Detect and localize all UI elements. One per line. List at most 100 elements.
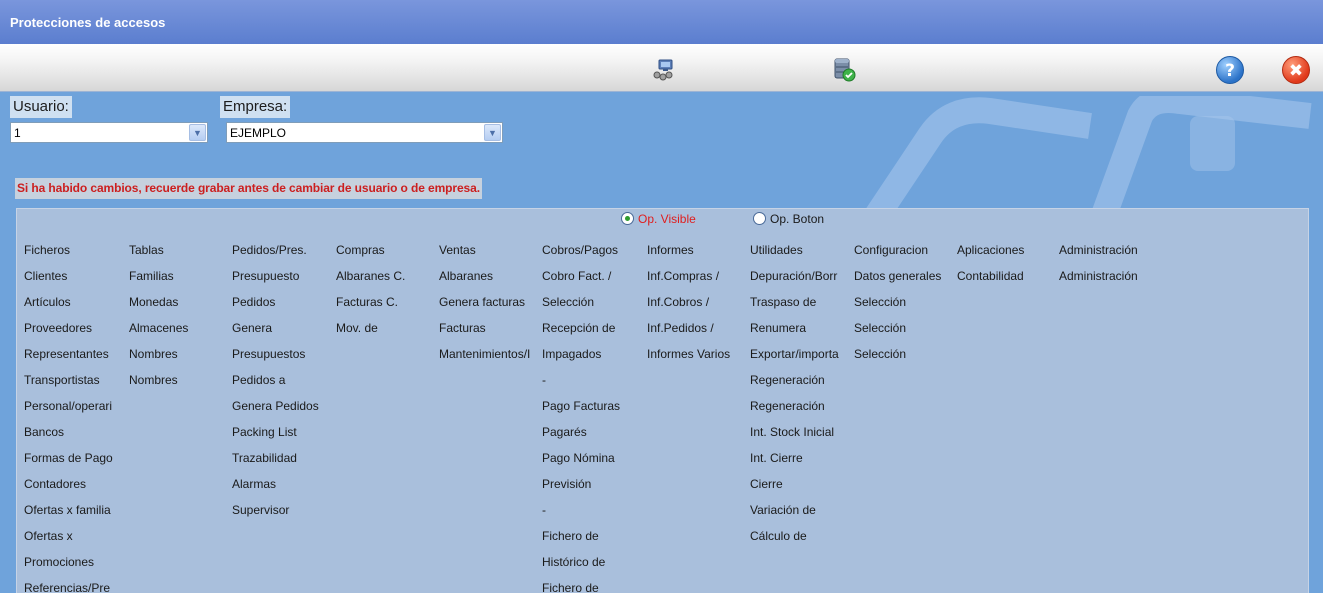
- menu-option-item[interactable]: Mov. de: [336, 319, 437, 345]
- menu-column-header[interactable]: Ficheros: [24, 241, 125, 267]
- menu-option-item[interactable]: Regeneración: [750, 397, 852, 423]
- chevron-down-icon[interactable]: ▼: [484, 124, 501, 141]
- option-visible-radio[interactable]: Op. Visible: [621, 212, 696, 230]
- menu-option-item[interactable]: Albaranes: [439, 267, 539, 293]
- menu-column: Informes Inf.Compras / Inf.Cobros / Inf.Ped…: [647, 241, 747, 371]
- menu-option-item[interactable]: Pago Facturas: [542, 397, 645, 423]
- menu-option-item[interactable]: Monedas: [129, 293, 227, 319]
- menu-option-item[interactable]: Regeneración: [750, 371, 852, 397]
- menu-option-item[interactable]: Inf.Pedidos /: [647, 319, 747, 345]
- menu-option-item[interactable]: Recepción de: [542, 319, 645, 345]
- menu-option-item[interactable]: Supervisor: [232, 501, 334, 527]
- menu-option-item[interactable]: Int. Cierre: [750, 449, 852, 475]
- usuario-label: Usuario:: [10, 96, 72, 118]
- menu-column-header[interactable]: Administración: [1059, 241, 1179, 267]
- menu-column-header[interactable]: Informes: [647, 241, 747, 267]
- close-button[interactable]: ✖: [1282, 56, 1310, 84]
- menu-option-item[interactable]: Facturas: [439, 319, 539, 345]
- menu-option-item[interactable]: Bancos: [24, 423, 125, 449]
- menu-option-item[interactable]: Artículos: [24, 293, 125, 319]
- menu-option-item[interactable]: Informes Varios: [647, 345, 747, 371]
- menu-option-item[interactable]: Alarmas: [232, 475, 334, 501]
- menu-option-item[interactable]: Cobro Fact. /: [542, 267, 645, 293]
- menu-option-item[interactable]: -: [542, 371, 645, 397]
- menu-column-header[interactable]: Aplicaciones: [957, 241, 1055, 267]
- menu-option-item[interactable]: Almacenes: [129, 319, 227, 345]
- menu-option-item[interactable]: Cálculo de: [750, 527, 852, 553]
- menu-option-item[interactable]: Selección: [542, 293, 645, 319]
- menu-option-item[interactable]: Int. Stock Inicial: [750, 423, 852, 449]
- menu-option-item[interactable]: Cierre: [750, 475, 852, 501]
- menu-option-item[interactable]: Variación de: [750, 501, 852, 527]
- warning-message: Si ha habido cambios, recuerde grabar an…: [15, 178, 482, 199]
- menu-option-item[interactable]: Histórico de: [542, 553, 645, 579]
- menu-option-item[interactable]: Facturas C.: [336, 293, 437, 319]
- menu-option-item[interactable]: Familias: [129, 267, 227, 293]
- menu-column: Configuracion Datos generales Selección Sel…: [854, 241, 955, 371]
- menu-option-item[interactable]: Selección: [854, 293, 955, 319]
- menu-option-item[interactable]: Packing List: [232, 423, 334, 449]
- menu-option-item[interactable]: Ofertas x familia: [24, 501, 125, 527]
- option-boton-radio[interactable]: Op. Boton: [753, 212, 824, 230]
- menu-option-item[interactable]: -: [542, 501, 645, 527]
- menu-column: Administración Administración: [1059, 241, 1179, 293]
- menu-option-item[interactable]: Ofertas x: [24, 527, 125, 553]
- menu-option-item[interactable]: Genera facturas: [439, 293, 539, 319]
- chevron-down-icon[interactable]: ▼: [189, 124, 206, 141]
- menu-option-item[interactable]: Administración: [1059, 267, 1179, 293]
- menu-option-item[interactable]: Pagarés: [542, 423, 645, 449]
- menu-option-item[interactable]: Trazabilidad: [232, 449, 334, 475]
- menu-option-item[interactable]: Transportistas: [24, 371, 125, 397]
- users-network-icon[interactable]: [650, 58, 676, 82]
- option-boton-label: Op. Boton: [770, 212, 825, 226]
- empresa-label: Empresa:: [220, 96, 291, 118]
- menu-option-item[interactable]: Presupuestos: [232, 345, 334, 371]
- menu-column-header[interactable]: Ventas: [439, 241, 539, 267]
- menu-option-item[interactable]: Fichero de: [542, 579, 645, 593]
- menu-column-header[interactable]: Configuracion: [854, 241, 955, 267]
- menu-option-item[interactable]: Personal/operari: [24, 397, 125, 423]
- menu-option-item[interactable]: Formas de Pago: [24, 449, 125, 475]
- menu-option-item[interactable]: Pedidos a: [232, 371, 334, 397]
- menu-option-item[interactable]: Proveedores: [24, 319, 125, 345]
- menu-option-item[interactable]: Clientes: [24, 267, 125, 293]
- menu-column-header[interactable]: Tablas: [129, 241, 227, 267]
- menu-option-item[interactable]: Datos generales: [854, 267, 955, 293]
- menu-option-item[interactable]: Depuración/Borr: [750, 267, 852, 293]
- menu-option-item[interactable]: Nombres: [129, 371, 227, 397]
- menu-option-item[interactable]: Inf.Compras /: [647, 267, 747, 293]
- menu-column: Cobros/Pagos Cobro Fact. / Selección Recepc…: [542, 241, 645, 593]
- menu-column-header[interactable]: Utilidades: [750, 241, 852, 267]
- menu-option-item[interactable]: Selección: [854, 319, 955, 345]
- usuario-select[interactable]: 1 ▼: [10, 122, 208, 143]
- empresa-select[interactable]: EJEMPLO ▼: [226, 122, 503, 143]
- menu-option-item[interactable]: Representantes: [24, 345, 125, 371]
- database-check-icon[interactable]: [831, 56, 857, 82]
- menu-option-item[interactable]: Contabilidad: [957, 267, 1055, 293]
- menu-option-item[interactable]: Selección: [854, 345, 955, 371]
- menu-option-item[interactable]: Mantenimientos/I: [439, 345, 539, 371]
- menu-option-item[interactable]: Promociones: [24, 553, 125, 579]
- menu-option-item[interactable]: Contadores: [24, 475, 125, 501]
- menu-column-header[interactable]: Cobros/Pagos: [542, 241, 645, 267]
- option-visible-label: Op. Visible: [638, 212, 696, 226]
- menu-column-header[interactable]: Compras: [336, 241, 437, 267]
- menu-option-item[interactable]: Exportar/importa: [750, 345, 852, 371]
- menu-option-item[interactable]: Genera Pedidos: [232, 397, 334, 423]
- menu-option-item[interactable]: Pedidos: [232, 293, 334, 319]
- menu-option-item[interactable]: Impagados: [542, 345, 645, 371]
- menu-option-item[interactable]: Presupuesto: [232, 267, 334, 293]
- menu-column: Pedidos/Pres. Presupuesto Pedidos Genera Pre…: [232, 241, 334, 527]
- menu-option-item[interactable]: Nombres: [129, 345, 227, 371]
- menu-option-item[interactable]: Previsión: [542, 475, 645, 501]
- menu-option-item[interactable]: Pago Nómina: [542, 449, 645, 475]
- menu-column-header[interactable]: Pedidos/Pres.: [232, 241, 334, 267]
- menu-option-item[interactable]: Renumera: [750, 319, 852, 345]
- menu-option-item[interactable]: Traspaso de: [750, 293, 852, 319]
- menu-option-item[interactable]: Albaranes C.: [336, 267, 437, 293]
- menu-option-item[interactable]: Genera: [232, 319, 334, 345]
- menu-option-item[interactable]: Inf.Cobros /: [647, 293, 747, 319]
- menu-option-item[interactable]: Fichero de: [542, 527, 645, 553]
- menu-option-item[interactable]: Referencias/Pre: [24, 579, 125, 593]
- help-button[interactable]: ?: [1216, 56, 1244, 84]
